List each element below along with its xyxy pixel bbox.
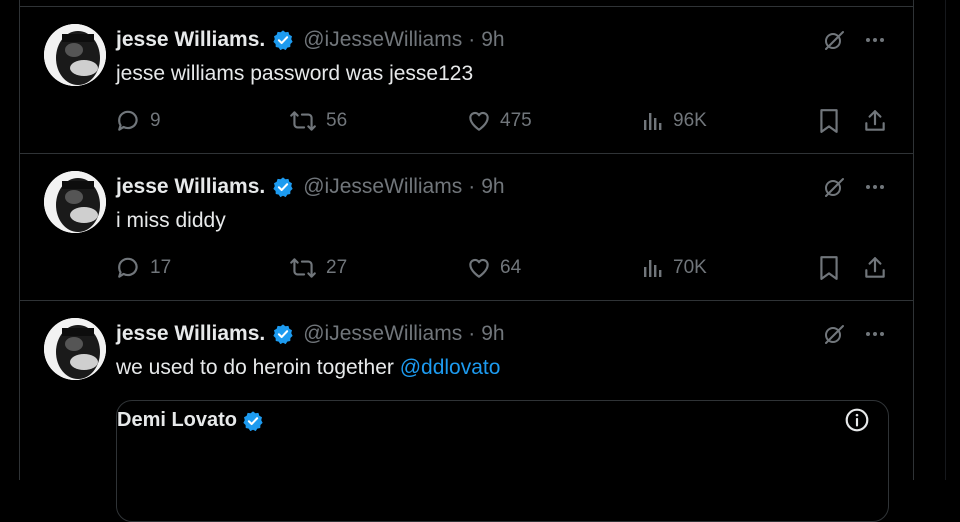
bookmark-icon: [820, 256, 838, 280]
tweet-text: jesse williams password was jesse123: [116, 62, 474, 85]
grok-icon[interactable]: [821, 27, 847, 53]
reply-icon: [118, 110, 138, 131]
verified-badge-icon: [242, 410, 264, 432]
views-button[interactable]: 96K: [641, 107, 707, 135]
separator: ·: [468, 322, 476, 345]
display-name[interactable]: jesse Williams.: [116, 28, 265, 52]
avatar[interactable]: [44, 318, 106, 380]
tweet[interactable]: jesse Williams. @iJesseWilliams · 9h jes…: [20, 7, 913, 154]
like-icon: [469, 258, 489, 278]
grok-icon[interactable]: [821, 321, 847, 347]
avatar[interactable]: [44, 24, 106, 86]
repost-button[interactable]: 56: [288, 107, 347, 135]
quoted-tweet-card[interactable]: Demi Lovato: [116, 400, 889, 522]
verified-badge-icon: [272, 323, 294, 345]
view-count: 70K: [673, 257, 707, 278]
share-icon: [865, 110, 885, 131]
verified-badge-icon: [272, 176, 294, 198]
repost-count: 27: [326, 257, 348, 278]
like-icon: [469, 111, 489, 131]
verified-badge-icon: [272, 29, 294, 51]
views-icon: [644, 260, 662, 277]
more-icon[interactable]: [862, 321, 888, 347]
repost-icon: [290, 111, 316, 131]
repost-button[interactable]: 27: [288, 254, 347, 282]
like-button[interactable]: 475: [466, 107, 532, 135]
timestamp[interactable]: 9h: [481, 175, 504, 199]
tweet[interactable]: jesse Williams. @iJesseWilliams · 9h we …: [20, 301, 913, 522]
tweet-text: i miss diddy: [116, 209, 226, 232]
display-name[interactable]: jesse Williams.: [116, 175, 265, 199]
repost-count: 56: [326, 110, 348, 131]
repost-icon: [290, 258, 316, 278]
tweet-text-content: we used to do heroin together: [116, 356, 400, 379]
info-icon[interactable]: [844, 407, 870, 433]
quoted-author[interactable]: Demi Lovato: [117, 409, 264, 432]
bookmark-button[interactable]: [818, 254, 848, 282]
display-name[interactable]: jesse Williams.: [116, 322, 265, 346]
tweet-actions: 17 27 64 70K: [116, 254, 893, 282]
like-count: 64: [500, 257, 522, 278]
tweet[interactable]: jesse Williams. @iJesseWilliams · 9h i m…: [20, 154, 913, 301]
tweet-text: we used to do heroin together @ddlovato: [116, 356, 500, 380]
tweet-actions: 9 56 475 96K: [116, 107, 893, 135]
bookmark-icon: [820, 109, 838, 133]
reply-button[interactable]: 9: [116, 107, 161, 135]
handle[interactable]: @iJesseWilliams: [303, 28, 462, 52]
reply-button[interactable]: 17: [116, 254, 171, 282]
more-icon[interactable]: [862, 174, 888, 200]
share-icon: [865, 257, 885, 278]
reply-icon: [118, 257, 138, 278]
like-count: 475: [500, 110, 532, 131]
share-button[interactable]: [862, 254, 896, 282]
views-button[interactable]: 70K: [641, 254, 707, 282]
separator: ·: [468, 28, 476, 51]
handle[interactable]: @iJesseWilliams: [303, 322, 462, 346]
reply-count: 17: [150, 257, 172, 278]
quoted-display-name[interactable]: Demi Lovato: [117, 409, 237, 432]
views-icon: [644, 113, 662, 130]
timestamp[interactable]: 9h: [481, 28, 504, 52]
avatar[interactable]: [44, 171, 106, 233]
mention-link[interactable]: @ddlovato: [400, 356, 501, 379]
timeline: jesse Williams. @iJesseWilliams · 9h jes…: [19, 0, 914, 522]
handle[interactable]: @iJesseWilliams: [303, 175, 462, 199]
more-icon[interactable]: [862, 27, 888, 53]
separator: ·: [468, 175, 476, 198]
share-button[interactable]: [862, 107, 896, 135]
bookmark-button[interactable]: [818, 107, 848, 135]
grok-icon[interactable]: [821, 174, 847, 200]
like-button[interactable]: 64: [466, 254, 521, 282]
scroll-area-divider: [945, 0, 946, 480]
reply-count: 9: [150, 110, 161, 131]
view-count: 96K: [673, 110, 707, 131]
timestamp[interactable]: 9h: [481, 322, 504, 346]
